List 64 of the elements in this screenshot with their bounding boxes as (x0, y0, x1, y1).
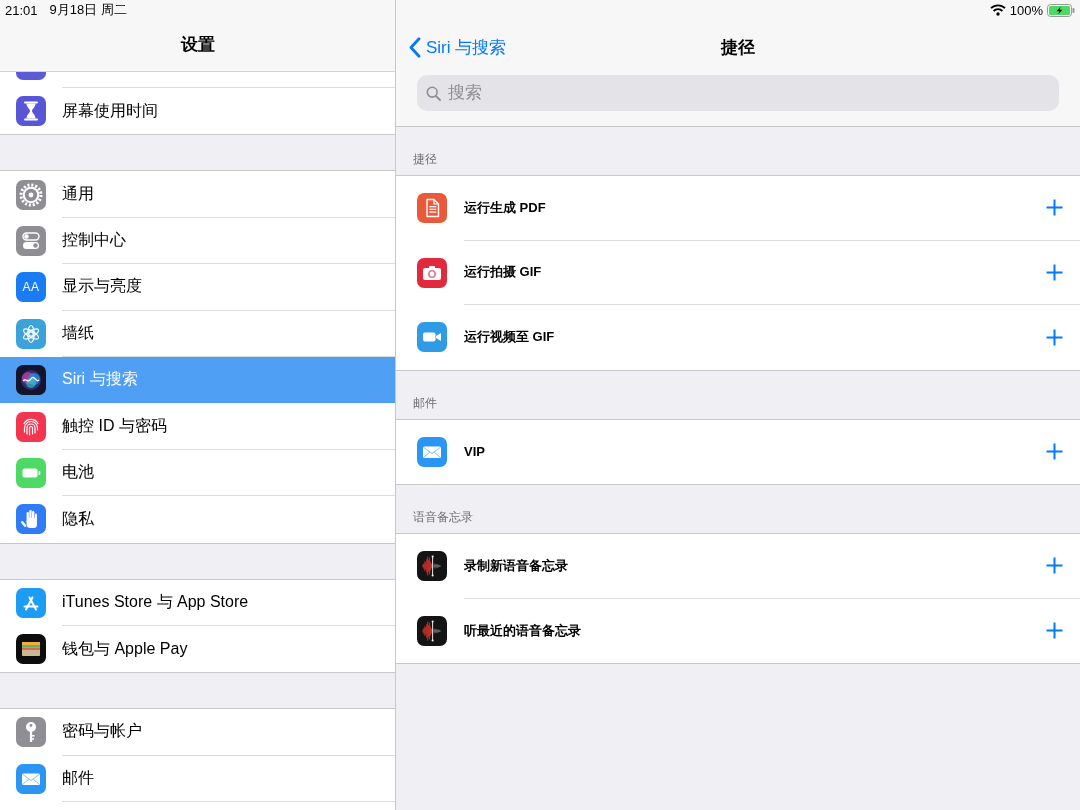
sidebar-item[interactable]: 触控 ID 与密码 (0, 403, 395, 450)
shortcut-label: 运行拍摄 GIF (464, 263, 542, 282)
video-camera-icon (417, 322, 447, 353)
search-field[interactable]: 搜索 (417, 75, 1059, 111)
flower-icon (16, 318, 46, 349)
search-icon (426, 86, 441, 101)
wallet-icon (16, 634, 46, 665)
hand-icon (16, 504, 46, 535)
sidebar-item[interactable]: iTunes Store 与 App Store (0, 579, 395, 626)
nav-title: 设置 (180, 34, 215, 56)
plus-icon (1046, 328, 1063, 346)
gear-icon (16, 179, 46, 210)
sidebar-item[interactable]: 墙纸 (0, 310, 395, 357)
wifi-icon (989, 4, 1006, 16)
app-icon (16, 72, 46, 80)
sidebar-item[interactable]: AA 显示与亮度 (0, 264, 395, 311)
camera-icon (417, 257, 447, 288)
waveform-icon (417, 615, 447, 646)
text-size-icon: AA (16, 272, 46, 303)
plus-icon (1046, 199, 1063, 217)
plus-icon (1046, 443, 1063, 461)
plus-icon (1046, 557, 1063, 575)
sidebar-item[interactable]: 隐私 (0, 496, 395, 543)
sidebar-item[interactable]: 密码与帐户 (0, 709, 395, 756)
add-button[interactable] (1046, 328, 1063, 346)
section-header: 语音备忘录 (413, 509, 473, 526)
add-button[interactable] (1046, 557, 1063, 575)
shortcut-label: VIP (464, 444, 485, 460)
add-button[interactable] (1046, 443, 1063, 461)
add-button[interactable] (1046, 199, 1063, 217)
shortcut-label: 录制新语音备忘录 (464, 556, 568, 575)
battery-percent: 100% (1009, 2, 1043, 18)
section-header: 捷径 (413, 151, 437, 168)
add-button[interactable] (1046, 263, 1063, 281)
sidebar-item[interactable]: 邮件 (0, 755, 395, 803)
plus-icon (1046, 263, 1063, 281)
nav-title: 捷径 (721, 36, 755, 59)
shortcut-label: 运行视频至 GIF (464, 328, 555, 347)
status-date: 9月18日 周二 (49, 1, 127, 19)
toggle-switches-icon (16, 225, 46, 256)
app-store-icon (16, 587, 46, 618)
hourglass-icon (16, 96, 46, 127)
sidebar-item[interactable]: 通用 (0, 171, 395, 218)
battery-icon (16, 457, 46, 488)
shortcut-label: 听最近的语音备忘录 (464, 621, 581, 640)
sidebar-item[interactable]: 电池 (0, 449, 395, 497)
shortcut-label: 运行生成 PDF (464, 198, 546, 217)
fingerprint-icon (16, 411, 46, 442)
battery-icon (1047, 3, 1075, 17)
sidebar-item[interactable]: 钱包与 Apple Pay (0, 625, 395, 673)
section-header: 邮件 (413, 394, 437, 412)
plus-icon (1046, 622, 1063, 640)
key-icon (16, 717, 46, 748)
waveform-icon (417, 551, 447, 582)
sidebar-item[interactable]: 控制中心 (0, 217, 395, 265)
chevron-icon (409, 36, 421, 58)
sidebar-item[interactable]: 屏幕使用时间 (0, 88, 395, 135)
back-button[interactable]: Siri 与搜索 (409, 35, 507, 59)
envelope-icon (417, 436, 447, 467)
add-button[interactable] (1046, 622, 1063, 640)
status-time: 21:01 (5, 2, 38, 18)
orb-icon (16, 365, 46, 396)
envelope-icon (16, 763, 46, 794)
document-icon (417, 193, 447, 224)
